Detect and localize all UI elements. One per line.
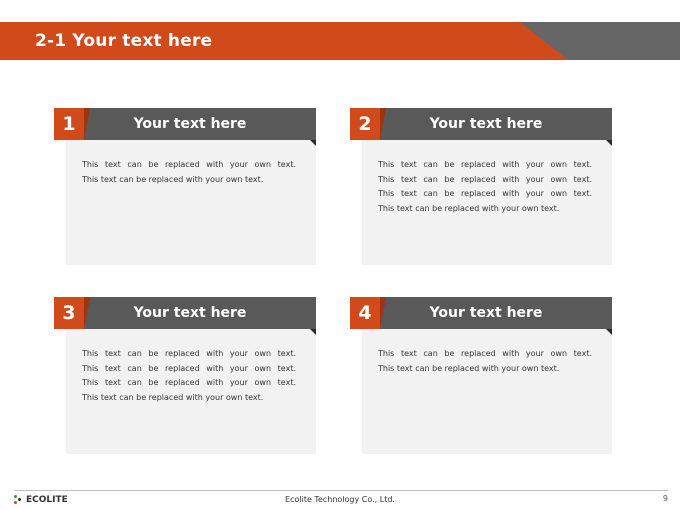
badge-shadow [380,108,386,140]
header-fold [606,329,612,335]
card-number-badge: 4 [350,297,380,329]
card-body [362,321,612,454]
card-text-line: This text can be replaced with your own … [82,392,264,402]
card-heading: Your text here [429,116,543,132]
card-header: Your text here [360,108,612,146]
card-text-line: This text can be replaced with your own … [378,189,592,199]
header-fold [606,140,612,146]
title-bar: 2-1 Your text here [0,22,680,60]
card-text-line: This text can be replaced with your own … [82,174,264,184]
card-number-badge: 3 [54,297,84,329]
card-body [66,132,316,265]
card-text: This text can be replaced with your own … [82,158,296,187]
footer-divider [14,490,668,491]
card-text-line: This text can be replaced with your own … [82,160,296,169]
card-text-line: This text can be replaced with your own … [378,160,592,169]
slide-title: 2-1 Your text here [35,31,213,51]
card-header: Your text here [360,297,612,335]
card-text: This text can be replaced with your own … [82,347,296,405]
card-heading: Your text here [133,305,247,321]
card-text-line: This text can be replaced with your own … [82,363,296,373]
footer-company-name: Ecolite Technology Co., Ltd. [285,495,395,504]
card-text-line: This text can be replaced with your own … [378,349,592,358]
page-number: 9 [662,494,668,503]
card-header: Your text here [64,297,316,335]
card-heading: Your text here [133,116,247,132]
card-3: Your text here 3 This text can be replac… [54,297,318,457]
card-text-line: This text can be replaced with your own … [378,174,592,184]
card-number-badge: 1 [54,108,84,140]
badge-shadow [84,297,90,329]
card-number-badge: 2 [350,108,380,140]
badge-shadow [84,108,90,140]
card-1: Your text here 1 This text can be replac… [54,108,318,268]
header-fold [310,140,316,146]
badge-shadow [380,297,386,329]
card-text: This text can be replaced with your own … [378,158,592,216]
card-4: Your text here 4 This text can be replac… [350,297,614,457]
card-text: This text can be replaced with your own … [378,347,592,376]
card-header: Your text here [64,108,316,146]
card-2: Your text here 2 This text can be replac… [350,108,614,268]
card-text-line: This text can be replaced with your own … [378,203,560,213]
card-text-line: This text can be replaced with your own … [378,363,560,373]
card-text-line: This text can be replaced with your own … [82,349,296,358]
title-bar-gray-wedge [520,22,680,60]
card-heading: Your text here [429,305,543,321]
header-fold [310,329,316,335]
card-text-line: This text can be replaced with your own … [82,378,296,388]
